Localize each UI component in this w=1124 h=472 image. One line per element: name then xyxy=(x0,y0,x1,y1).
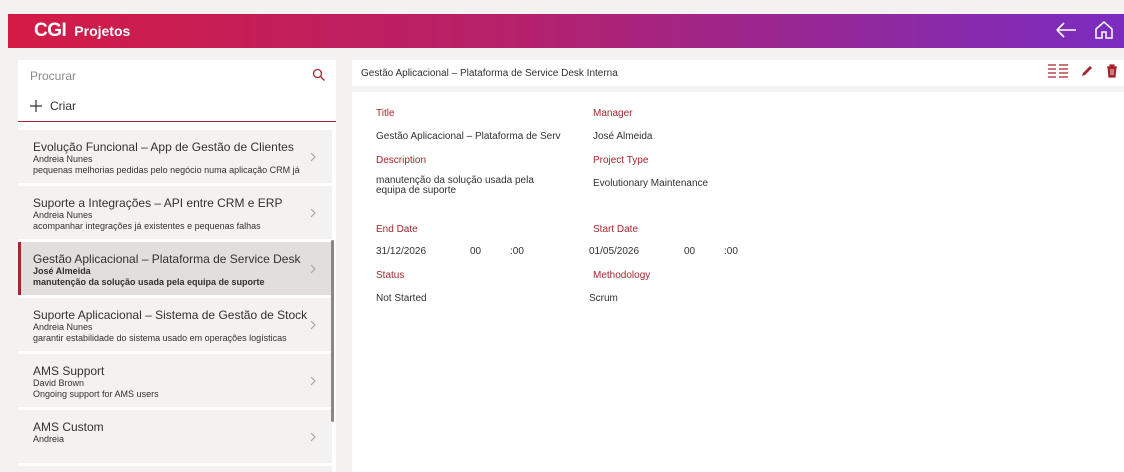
start-date-label: Start Date xyxy=(593,224,639,235)
cgi-logo: CGI xyxy=(34,20,67,41)
delete-icon[interactable] xyxy=(1106,64,1118,83)
list-item[interactable]: AMS Custom Andreia xyxy=(18,410,332,463)
description-field[interactable]: manutenção da solução usada pela equipa … xyxy=(376,176,546,196)
detail-title: Gestão Aplicacional – Plataforma de Serv… xyxy=(361,68,618,79)
end-minute-field[interactable]: :00 xyxy=(510,246,524,257)
detail-header: Gestão Aplicacional – Plataforma de Serv… xyxy=(352,60,1124,86)
project-list-panel: Procurar Criar Evolução Funcional – App … xyxy=(18,60,336,472)
item-description: acompanhar integrações já existentes e p… xyxy=(33,221,261,231)
item-title: Suporte a Integrações – API entre CRM e … xyxy=(33,196,283,210)
start-minute-field[interactable]: :00 xyxy=(724,246,738,257)
list-view-icon[interactable] xyxy=(1048,64,1068,83)
title-label: Title xyxy=(376,108,395,119)
status-label: Status xyxy=(376,270,405,281)
app-title: Projetos xyxy=(74,23,131,39)
item-title: AMS Custom xyxy=(33,420,104,434)
chevron-right-icon xyxy=(310,376,316,386)
list-item-selected[interactable]: Gestão Aplicacional – Plataforma de Serv… xyxy=(18,242,332,295)
list-item[interactable] xyxy=(18,466,332,472)
item-title: Suporte Aplicacional – Sistema de Gestão… xyxy=(33,308,308,322)
project-detail-form: Title Manager Gestão Aplicacional – Plat… xyxy=(352,92,1124,472)
status-field[interactable]: Not Started xyxy=(376,293,427,304)
start-date-field[interactable]: 01/05/2026 xyxy=(589,246,639,257)
manager-label: Manager xyxy=(593,108,633,119)
item-description: manutenção da solução usada pela equipa … xyxy=(33,277,265,287)
list-item[interactable]: Suporte a Integrações – API entre CRM e … xyxy=(18,186,332,239)
manager-field[interactable]: José Almeida xyxy=(593,131,652,142)
chevron-right-icon xyxy=(310,264,316,274)
create-label: Criar xyxy=(50,99,76,113)
list-scrollbar[interactable] xyxy=(331,240,334,422)
chevron-right-icon xyxy=(310,152,316,162)
search-box[interactable]: Procurar xyxy=(18,60,336,90)
list-item[interactable]: Suporte Aplicacional – Sistema de Gestão… xyxy=(18,298,332,351)
item-manager: Andreia Nunes xyxy=(33,154,93,164)
item-manager: José Almeida xyxy=(33,266,91,276)
item-manager: Andreia Nunes xyxy=(33,210,93,220)
end-date-field[interactable]: 31/12/2026 xyxy=(376,246,426,257)
search-icon[interactable] xyxy=(312,68,326,87)
item-description: pequenas melhorias pedidas pelo negócio … xyxy=(33,165,300,175)
chevron-right-icon xyxy=(310,320,316,330)
end-date-label: End Date xyxy=(376,224,418,235)
item-title: Gestão Aplicacional – Plataforma de Serv… xyxy=(33,252,301,266)
list-item[interactable]: AMS Support David Brown Ongoing support … xyxy=(18,354,332,407)
create-button[interactable]: Criar xyxy=(30,96,76,116)
project-type-label: Project Type xyxy=(593,155,649,166)
end-hour-field[interactable]: 00 xyxy=(470,246,481,257)
item-title: AMS Support xyxy=(33,364,105,378)
edit-icon[interactable] xyxy=(1080,64,1094,83)
home-icon[interactable] xyxy=(1092,18,1116,42)
item-manager: David Brown xyxy=(33,378,85,388)
item-description: Ongoing support for AMS users xyxy=(33,389,159,399)
methodology-field[interactable]: Scrum xyxy=(589,293,618,304)
methodology-label: Methodology xyxy=(593,270,651,281)
start-hour-field[interactable]: 00 xyxy=(684,246,695,257)
chevron-right-icon xyxy=(310,208,316,218)
list-item[interactable]: Evolução Funcional – App de Gestão de Cl… xyxy=(18,130,332,183)
chevron-right-icon xyxy=(310,432,316,442)
plus-icon xyxy=(30,100,42,112)
back-arrow-icon[interactable] xyxy=(1054,18,1078,42)
description-label: Description xyxy=(376,155,427,166)
search-input[interactable]: Procurar xyxy=(30,69,76,83)
project-type-field[interactable]: Evolutionary Maintenance xyxy=(593,178,708,189)
item-description: garantir estabilidade do sistema usado e… xyxy=(33,333,287,343)
divider xyxy=(18,121,336,122)
item-title: Evolução Funcional – App de Gestão de Cl… xyxy=(33,140,294,154)
item-manager: Andreia Nunes xyxy=(33,322,93,332)
item-manager: Andreia xyxy=(33,434,65,444)
app-header: CGI Projetos xyxy=(8,14,1124,48)
title-field[interactable]: Gestão Aplicacional – Plataforma de Serv xyxy=(376,131,561,142)
